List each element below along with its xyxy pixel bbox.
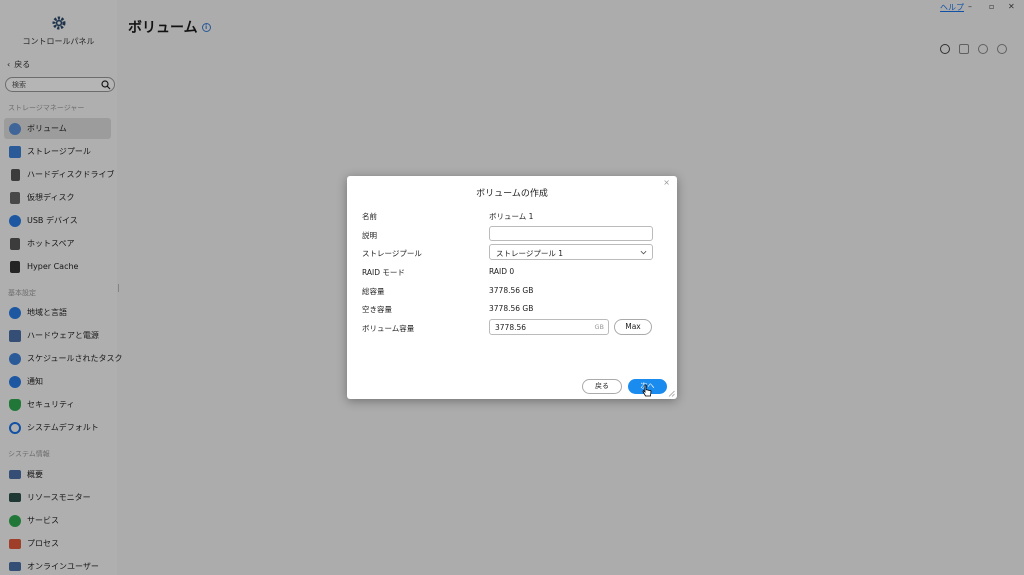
hand-cursor-icon [642, 384, 652, 397]
volume-capacity-value: 3778.56 [495, 323, 527, 332]
close-icon[interactable]: × [663, 178, 670, 187]
volume-capacity-field[interactable]: 3778.56 GB [489, 319, 609, 335]
total-capacity-value: 3778.56 GB [489, 286, 534, 295]
raid-value: RAID 0 [489, 267, 515, 276]
dialog-title: ボリュームの作成 [476, 189, 548, 199]
pool-label: ストレージプール [362, 249, 422, 258]
description-field[interactable] [489, 226, 653, 241]
back-button[interactable]: 戻る [582, 379, 622, 394]
pool-value: ストレージプール 1 [496, 249, 564, 258]
name-value: ボリューム 1 [489, 212, 534, 221]
max-button[interactable]: Max [614, 319, 652, 335]
name-label: 名前 [362, 212, 377, 221]
total-capacity-label: 総容量 [362, 287, 385, 296]
chevron-down-icon [640, 250, 647, 255]
create-volume-dialog: ボリュームの作成 × 名前 ボリューム 1 説明 ストレージプール ストレージプ… [347, 176, 677, 399]
unit-label: GB [594, 323, 605, 331]
free-capacity-label: 空き容量 [362, 305, 392, 314]
pool-select[interactable]: ストレージプール 1 [489, 244, 653, 260]
resize-grip-icon[interactable] [668, 390, 675, 397]
description-label: 説明 [362, 231, 377, 240]
volume-capacity-label: ボリューム容量 [362, 324, 415, 333]
free-capacity-value: 3778.56 GB [489, 304, 534, 313]
raid-label: RAID モード [362, 268, 405, 277]
